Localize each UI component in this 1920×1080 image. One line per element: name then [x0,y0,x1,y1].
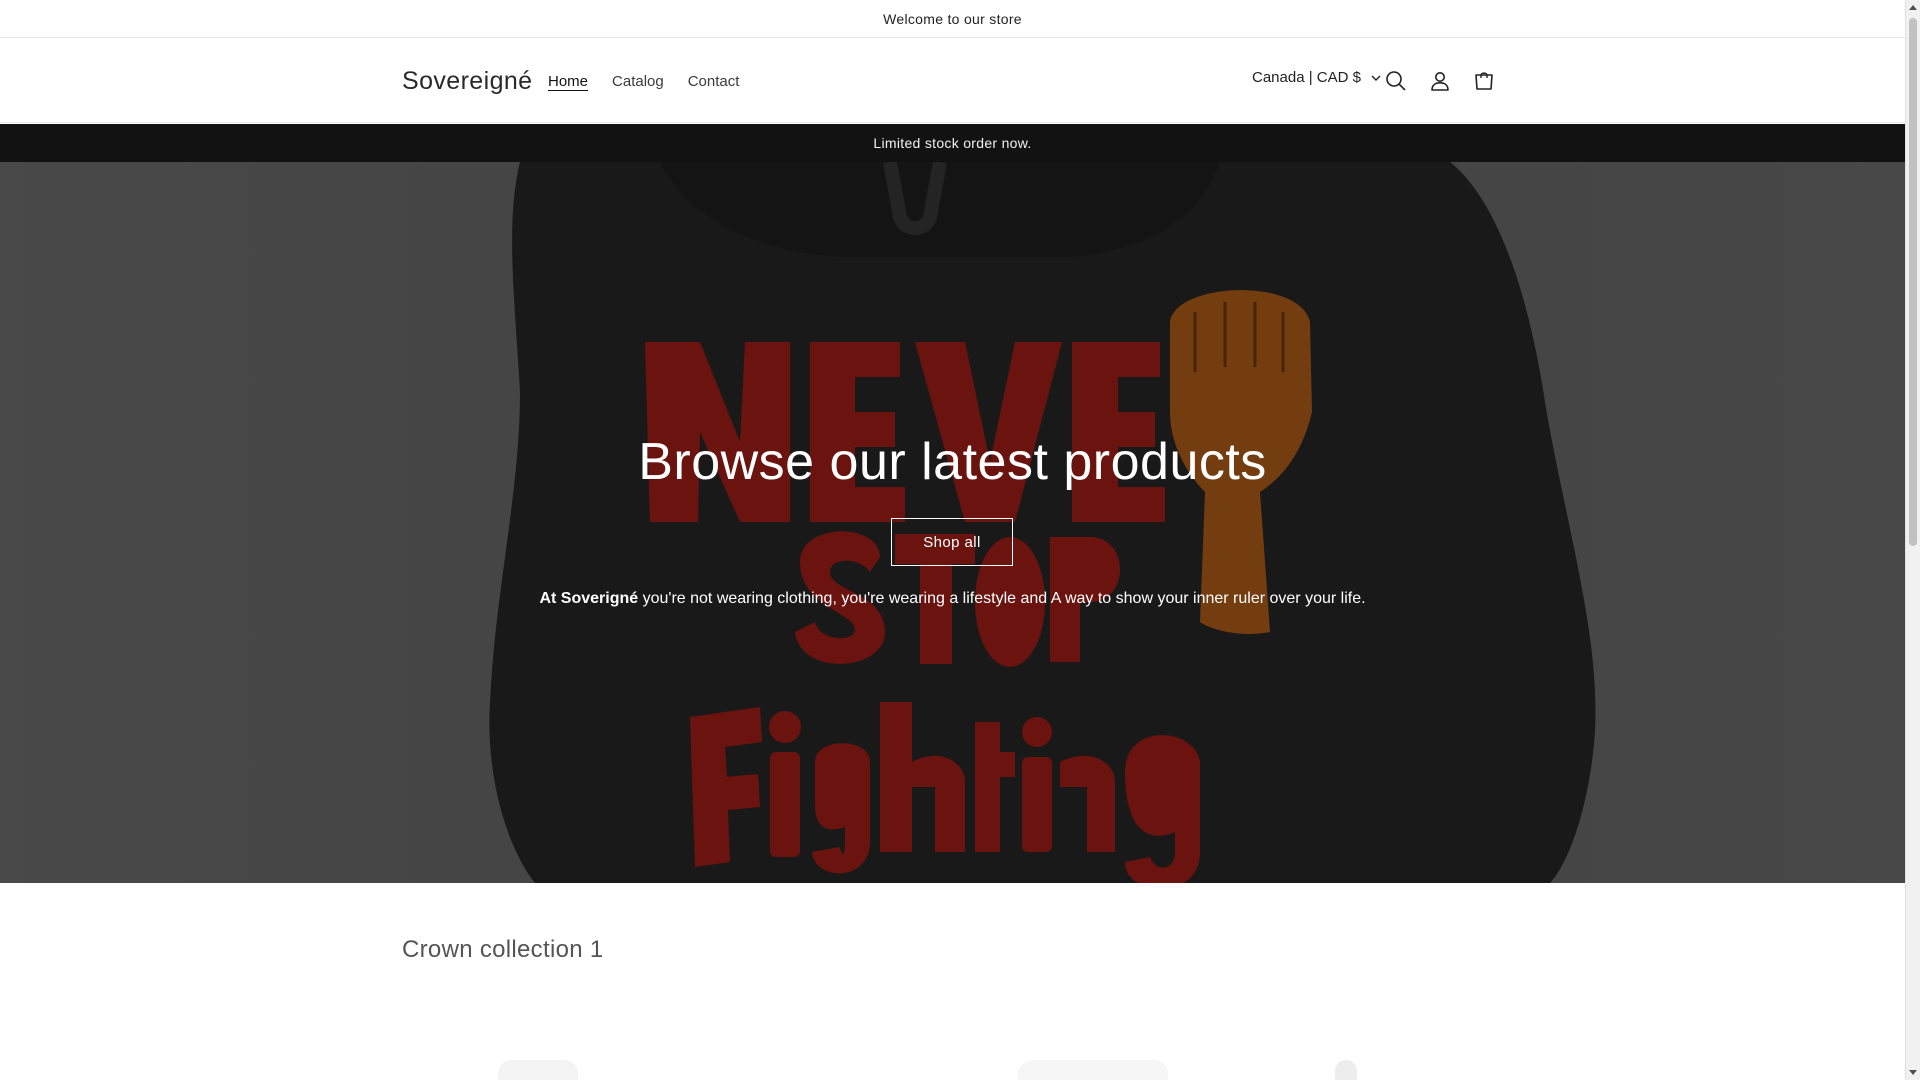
hero-description-bold: At Soverigné [539,590,639,607]
site-header: Sovereigné Home Catalog Contact Canada |… [0,39,1905,123]
scrollbar-thumb[interactable] [1909,18,1917,546]
country-currency-label: Canada | CAD $ [1252,69,1361,86]
hero-title: Browse our latest products [638,433,1267,491]
search-icon [1386,71,1406,91]
account-button[interactable] [1422,63,1458,99]
store-logo[interactable]: Sovereigné [402,67,532,96]
announcement-text: Welcome to our store [883,10,1022,27]
announcement-bar: Welcome to our store [0,0,1905,38]
promo-text: Limited stock order now. [873,135,1032,151]
cart-icon [1475,72,1493,90]
country-currency-selector[interactable]: Canada | CAD $ [1252,69,1383,86]
main-nav: Home Catalog Contact [548,71,739,92]
hero-banner: Browse our latest products Shop all At S… [0,162,1905,883]
nav-catalog-link[interactable]: Catalog [612,71,664,92]
promo-bar: Limited stock order now. [0,124,1905,162]
account-icon [1431,72,1449,91]
search-button[interactable] [1378,63,1414,99]
hero-description: At Soverigné you're not wearing clothing… [0,590,1905,608]
product-card-image[interactable] [498,1060,578,1080]
hero-description-rest: you're not wearing clothing, you're wear… [638,590,1366,607]
page: Welcome to our store Sovereigné Home Cat… [0,0,1905,1080]
hero-content: Browse our latest products Shop all At S… [0,162,1905,883]
nav-contact-link[interactable]: Contact [688,71,740,92]
page-scrollbar[interactable] [1905,0,1920,1080]
cart-button[interactable] [1466,63,1502,99]
product-card-image[interactable] [1018,1060,1168,1080]
collection-title: Crown collection 1 [402,936,604,963]
product-card-image[interactable] [1335,1060,1357,1080]
scroll-up-arrow-icon[interactable] [1909,5,1917,10]
nav-home-link[interactable]: Home [548,71,588,92]
scroll-down-arrow-icon[interactable] [1909,1070,1917,1075]
shop-all-button[interactable]: Shop all [891,518,1013,566]
